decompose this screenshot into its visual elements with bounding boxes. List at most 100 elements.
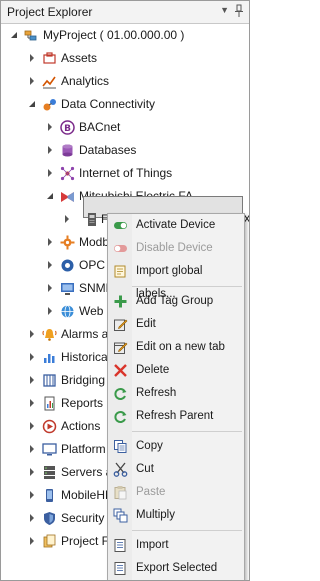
toggle-off-icon [113,241,128,256]
pin-icon[interactable] [234,4,244,18]
collapsed-arrow-icon[interactable] [27,392,37,415]
plus-icon [113,294,128,309]
menu-item-label: Activate Device [136,219,216,231]
collapsed-arrow-icon[interactable] [45,116,55,139]
tree-item-analytics[interactable]: Analytics [1,70,249,93]
tree-item-opcua[interactable]: OPC U [1,254,107,277]
menu-item-copy[interactable]: Copy [108,435,244,458]
menu-item-add-tag-group[interactable]: Add Tag Group [108,290,244,313]
tree-item-label: Alarms an [61,327,107,341]
tree-item-assets[interactable]: Assets [1,47,249,70]
collapsed-arrow-icon[interactable] [45,300,55,323]
expanded-arrow-icon[interactable] [45,185,55,208]
project-files-icon [42,534,57,549]
tree-item-label: Servers an [61,465,107,479]
menu-item-label: Edit on a new tab [136,341,225,353]
menu-item-cut[interactable]: Cut [108,458,244,481]
menu-item-label: Refresh [136,387,177,399]
tree-item-snmp[interactable]: SNMP [1,277,107,300]
collapsed-arrow-icon[interactable] [27,461,37,484]
collapsed-arrow-icon[interactable] [27,70,37,93]
tree-item-platform[interactable]: Platform S [1,438,107,461]
tree-item-root[interactable]: MyProject ( 01.00.000.00 ) [1,24,249,47]
mitsubishi-icon [60,189,75,204]
plc-device-icon [85,212,100,227]
tree-item-label: Analytics [61,74,110,88]
menu-item-activate-device[interactable]: Activate Device [108,214,244,237]
tree-item-bridging[interactable]: Bridging [1,369,107,392]
tree-item-actions[interactable]: Actions [1,415,107,438]
menu-item-import[interactable]: Import [108,534,244,557]
tree-item-label: Web S [79,304,107,318]
menu-item-label: Multiply [136,509,175,521]
tree-item-iot[interactable]: Internet of Things [1,162,249,185]
collapsed-arrow-icon[interactable] [27,484,37,507]
tree-item-project-files[interactable]: Project File [1,530,107,553]
tree-item-alarms[interactable]: Alarms an [1,323,107,346]
collapsed-arrow-icon[interactable] [45,231,55,254]
menu-separator [132,431,242,432]
tree-item-databases[interactable]: Databases [1,139,249,162]
alarm-icon [42,327,57,342]
tree-item-label: Modb [79,235,107,249]
tree-item-historical[interactable]: Historical [1,346,107,369]
collapsed-arrow-icon[interactable] [45,162,55,185]
tree-item-modbus[interactable]: Modb [1,231,107,254]
menu-item-label: Export Selected [136,562,218,574]
menu-item-edit-new-tab[interactable]: Edit on a new tab [108,336,244,359]
tree-item-servers[interactable]: Servers an [1,461,107,484]
tree-item-label: Security [61,511,105,525]
tree-item-bacnet[interactable]: B BACnet [1,116,249,139]
expanded-arrow-icon[interactable] [27,93,37,116]
tree-item-label: Project File [61,534,107,548]
header-dropdown-icon[interactable]: ▼ [220,5,229,15]
collapsed-arrow-icon[interactable] [62,208,72,231]
collapsed-arrow-icon[interactable] [27,507,37,530]
tree-item-label: MyProject ( 01.00.000.00 ) [43,28,185,42]
tree-item-webservices[interactable]: Web S [1,300,107,323]
menu-item-label: Disable Device [136,242,213,254]
panel-title: Project Explorer [7,5,93,19]
database-icon [60,143,75,158]
tree-item-label: Data Connectivity [61,97,156,111]
reports-icon [42,396,57,411]
shield-icon [42,511,57,526]
collapsed-arrow-icon[interactable] [27,369,37,392]
collapsed-arrow-icon[interactable] [27,47,37,70]
collapsed-arrow-icon[interactable] [27,346,37,369]
collapsed-arrow-icon[interactable] [27,415,37,438]
tree-item-mobilehmi[interactable]: MobileHM [1,484,107,507]
menu-item-delete[interactable]: Delete [108,359,244,382]
menu-item-paste[interactable]: Paste [108,481,244,504]
tree-item-label: Reports [61,396,104,410]
collapsed-arrow-icon[interactable] [45,254,55,277]
expanded-arrow-icon[interactable] [9,24,19,47]
tree-item-label: Assets [61,51,98,65]
menu-item-refresh[interactable]: Refresh [108,382,244,405]
menu-item-import-global-labels[interactable]: Import global labels... [108,260,244,300]
collapsed-arrow-icon[interactable] [45,277,55,300]
menu-item-export-selected[interactable]: Export Selected [108,557,244,580]
tree-item-security[interactable]: Security [1,507,107,530]
collapsed-arrow-icon[interactable] [27,530,37,553]
platform-icon [42,442,57,457]
menu-item-edit[interactable]: Edit [108,313,244,336]
menu-item-refresh-parent[interactable]: Refresh Parent [108,405,244,428]
tree-item-data-connectivity[interactable]: Data Connectivity [1,93,249,116]
refresh-icon [113,386,128,401]
menu-item-label: Add Tag Group [136,295,214,307]
tree-item-reports[interactable]: Reports [1,392,107,415]
menu-item-disable-device[interactable]: Disable Device [108,237,244,260]
menu-separator [132,286,242,287]
menu-item-multiply[interactable]: Multiply [108,504,244,527]
bridging-icon [42,373,57,388]
collapsed-arrow-icon[interactable] [27,323,37,346]
context-menu: Activate Device Disable Device Import gl… [107,213,245,580]
tree-item-label: Databases [79,143,137,157]
scissors-icon [113,462,128,477]
collapsed-arrow-icon[interactable] [27,438,37,461]
collapsed-arrow-icon[interactable] [45,139,55,162]
svg-text:B: B [64,124,71,134]
assets-icon [42,51,57,66]
menu-item-label: Delete [136,364,170,376]
